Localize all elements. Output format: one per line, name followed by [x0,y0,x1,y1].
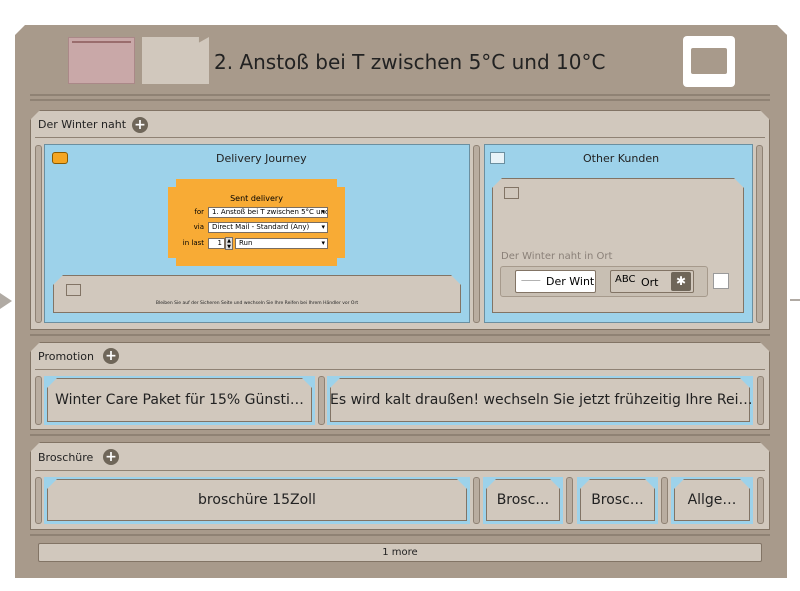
promo-item-1-label: Winter Care Paket für 15% Günsti… [55,392,304,408]
right-connector [790,299,800,301]
section-broschuere-divider [35,470,765,471]
brosch-item-3-label: Brosc… [591,492,644,508]
in-last-stepper[interactable]: 1 [208,238,225,249]
header-divider [30,94,770,96]
promo-rail-left[interactable] [35,376,42,425]
add-broschuere-button[interactable]: + [103,449,119,465]
token-checkbox[interactable] [713,273,729,289]
token-chip-1-label: Der Winte [546,275,594,288]
header-divider-2 [30,99,770,101]
screen-icon-inner [691,48,727,74]
divider-2 [30,434,770,436]
brosch-item-1-label: broschüre 15Zoll [198,492,316,508]
in-last-label: in last [182,239,204,247]
left-arrow-icon [0,293,12,309]
via-label: via [193,223,204,231]
page-title: 2. Anstoß bei T zwischen 5°C und 10°C [214,50,606,74]
delivery-icon [52,152,68,164]
image-thumbnail [68,37,135,84]
section-winter-title: Der Winter naht [38,118,127,131]
message-checkbox[interactable] [66,284,81,296]
via-select[interactable]: Direct Mail - Standard (Any) [208,222,328,233]
for-select[interactable]: 1. Anstoß bei T zwischen 5°C und 10°C [208,207,328,218]
other-kunden-checkbox[interactable] [490,152,505,164]
for-label: for [194,208,204,216]
promo-rail-right[interactable] [757,376,764,425]
token-chip-2-label: Ort [641,276,659,289]
in-last-unit-select[interactable]: Run [235,238,328,249]
section-winter-divider [35,137,765,138]
gear-icon[interactable]: ✱ [671,272,691,291]
scroll-rail-mid[interactable] [473,145,480,323]
add-winter-button[interactable]: + [132,117,148,133]
other-field-label: Der Winter naht in Ort [501,251,613,262]
brosch-rail-right[interactable] [757,477,764,524]
delivery-note: Bleiben Sie auf der Sicheren Seite und w… [155,301,359,306]
delivery-journey-title: Delivery Journey [216,152,307,165]
more-button-label: 1 more [382,547,418,558]
divider-1 [30,334,770,336]
brosch-item-2-label: Brosc… [496,492,550,508]
brosch-rail-left[interactable] [35,477,42,524]
stepper-arrows-icon[interactable]: ▲ ▼ [225,237,233,250]
brosch-rail-2[interactable] [566,477,573,524]
divider-3 [30,534,770,536]
brosch-rail-3[interactable] [661,477,668,524]
add-promotion-button[interactable]: + [103,348,119,364]
image-thumbnail-line [72,41,131,43]
promo-item-2-label: Es wird kalt draußen! wechseln Sie jetzt… [330,392,753,408]
delivery-message-box[interactable] [53,275,461,313]
content-checkbox[interactable] [504,187,519,199]
section-broschuere-title: Broschüre [38,451,94,464]
other-kunden-title: Other Kunden [583,152,660,165]
text-abc-icon: ABC [615,274,636,285]
brosch-item-4-label: Allge… [687,492,737,508]
delivery-form-title: Sent delivery [230,194,283,203]
scroll-rail-right[interactable] [756,145,763,323]
promo-rail-mid[interactable] [318,376,325,425]
section-promotion-title: Promotion [38,350,94,363]
document-thumbnail [142,37,209,84]
brosch-rail-1[interactable] [473,477,480,524]
signature-icon: ⸻ [521,276,541,285]
scroll-rail-left[interactable] [35,145,42,323]
section-promotion-divider [35,369,765,370]
